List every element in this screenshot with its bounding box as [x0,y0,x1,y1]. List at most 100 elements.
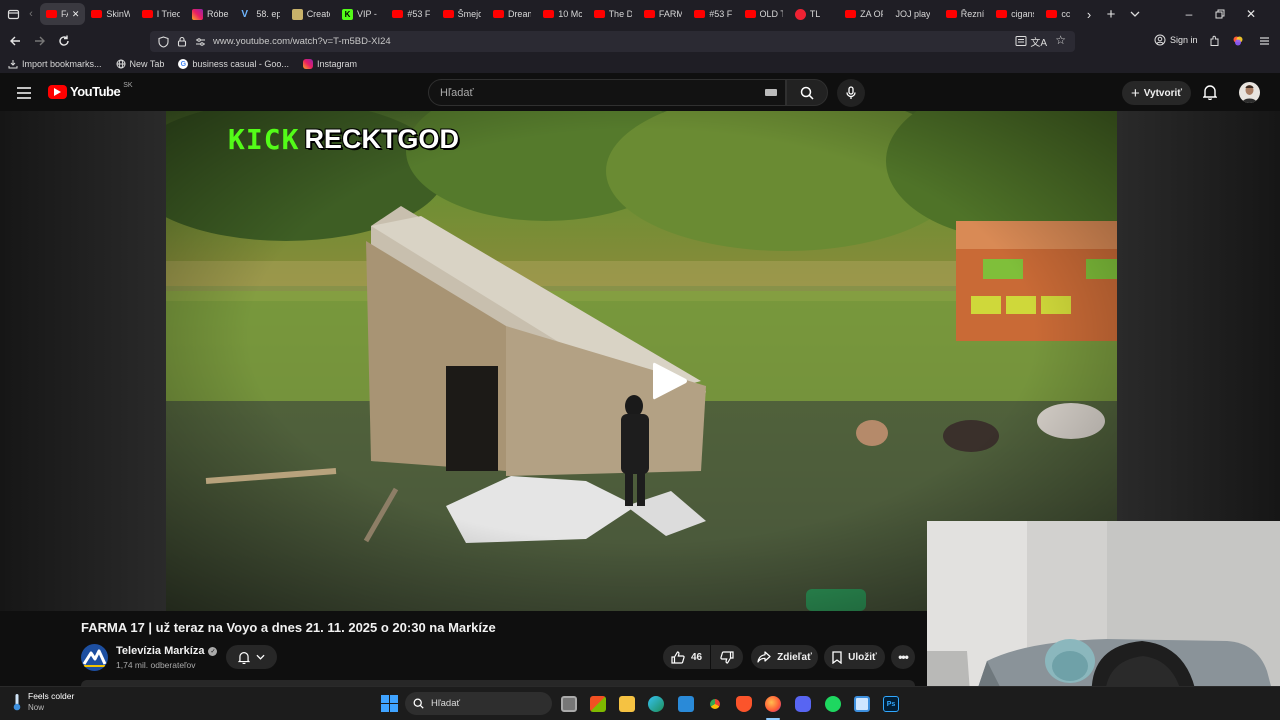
browser-tab[interactable]: FAR ✕ [40,3,86,25]
tab-dropdown-icon[interactable] [1126,5,1144,23]
tab-title: OLD T [759,9,783,19]
tab-list-icon[interactable] [4,5,22,23]
keyboard-icon[interactable] [765,89,777,96]
search-button[interactable] [786,79,828,106]
brave-icon[interactable] [736,696,752,712]
windows-logo-icon [381,704,389,712]
tab-title: FARM [658,9,683,19]
browser-tab[interactable]: cc [1040,3,1080,25]
browser-tab[interactable]: Dream [487,3,537,25]
window-minimize-icon[interactable]: – [1180,5,1198,23]
browser-tab[interactable]: #53 F [688,3,738,25]
play-button[interactable] [646,358,692,404]
save-button[interactable]: Uložiť [824,645,885,669]
avatar[interactable] [1239,82,1260,103]
globe-icon [116,59,126,69]
search-input[interactable]: Hľadať [428,79,786,106]
notification-toggle-button[interactable] [226,645,277,669]
url-text[interactable]: www.youtube.com/watch?v=T-m5BD-XI24 [213,36,391,47]
translate-icon[interactable]: 文A [1030,34,1047,49]
create-button[interactable]: + Vytvoriť [1122,81,1191,105]
browser-tab[interactable]: Šmejd [437,3,487,25]
browser-tab[interactable]: The D [588,3,638,25]
forward-icon[interactable] [31,32,49,50]
notepad-icon[interactable] [854,696,870,712]
firefox-icon[interactable] [765,696,781,712]
youtube-icon [46,10,57,18]
browser-nav-bar: www.youtube.com/watch?v=T-m5BD-XI24 文A ☆… [0,28,1280,55]
edge-icon[interactable] [648,696,664,712]
window-close-icon[interactable]: ✕ [1242,5,1260,23]
bookmark-import[interactable]: Import bookmarks... [8,59,102,69]
discord-icon[interactable] [795,696,811,712]
url-bar[interactable]: www.youtube.com/watch?v=T-m5BD-XI24 文A ☆ [150,31,1075,52]
share-button[interactable]: Zdieľať [751,645,818,669]
lock-icon[interactable] [177,36,187,47]
subscriber-count: 1,74 mil. odberateľov [116,660,196,670]
like-button[interactable]: 46 [663,645,710,669]
youtube-icon [694,10,706,18]
sign-in-button[interactable]: Sign in [1154,34,1198,46]
notifications-bell-icon[interactable] [1202,84,1218,105]
task-view-icon[interactable] [561,696,577,712]
browser-tab[interactable]: TL [789,3,839,25]
voice-search-button[interactable] [837,79,865,107]
start-button[interactable] [381,695,398,712]
tab-close-icon[interactable]: ✕ [72,9,80,20]
bookmark-business-casual[interactable]: G business casual - Goo... [178,59,289,69]
more-actions-button[interactable]: ••• [891,645,915,669]
share-label: Zdieľať [777,651,812,663]
browser-tab[interactable]: I Tried [136,3,186,25]
tab-scroll-left-icon[interactable]: ‹ [22,5,40,23]
tab-title: VIP - [357,9,377,19]
taskbar-search[interactable]: Hľadať [405,692,552,715]
record-icon [794,8,806,20]
file-explorer-icon[interactable] [619,696,635,712]
shield-icon[interactable] [158,35,169,48]
browser-tab[interactable]: FARM [638,3,688,25]
spotify-icon[interactable] [825,696,841,712]
stream-overlay: KICK RECKTGOD [228,123,459,156]
browser-tab[interactable]: K VIP - [336,3,386,25]
reader-view-icon[interactable] [1015,35,1027,47]
photos-icon[interactable] [678,696,694,712]
thumbs-up-icon [671,650,685,664]
browser-tab[interactable]: Create [286,3,336,25]
dislike-button[interactable] [711,645,743,669]
profile-color-icon[interactable] [1229,32,1247,50]
browser-tab[interactable]: SkinW [85,3,135,25]
browser-tab[interactable]: OLD T [739,3,789,25]
tab-title: 58. ep [256,9,280,19]
youtube-logo[interactable]: YouTube SK [48,82,133,99]
extensions-icon[interactable] [1205,32,1223,50]
browser-tab[interactable]: ZA OF [839,3,889,25]
window-restore-icon[interactable] [1211,5,1229,23]
browser-tab[interactable]: 10 Mc [537,3,587,25]
browser-tab[interactable]: cigans [990,3,1040,25]
browser-tab[interactable]: Róber [186,3,235,25]
microsoft-store-icon[interactable] [590,696,606,712]
weather-widget[interactable]: Feels colder Now [12,691,74,712]
browser-tab[interactable]: #53 F [386,3,436,25]
youtube-icon [643,10,655,18]
youtube-icon [744,10,756,18]
photoshop-icon[interactable]: Ps [883,696,899,712]
sign-in-label: Sign in [1170,35,1198,45]
bookmark-instagram[interactable]: Instagram [302,59,357,69]
app-menu-icon[interactable] [1255,32,1273,50]
tab-scroll-right-icon[interactable]: › [1080,5,1098,23]
bookmark-star-icon[interactable]: ☆ [1055,33,1066,47]
browser-tab[interactable]: JOJ play [889,3,939,25]
browser-tab[interactable]: V 58. ep [235,3,285,25]
browser-tab[interactable]: Řezník [940,3,990,25]
reload-icon[interactable] [55,32,73,50]
new-tab-icon[interactable]: + [1102,5,1120,23]
channel-avatar[interactable] [81,644,108,671]
chrome-icon[interactable] [707,696,723,712]
back-icon[interactable] [6,32,24,50]
bookmark-new-tab[interactable]: New Tab [116,59,164,69]
bookmark-icon [832,650,842,664]
guide-menu-icon[interactable] [17,86,31,104]
channel-name[interactable]: Televízia Markíza ✓ [116,645,218,657]
page-settings-icon[interactable] [195,37,206,47]
